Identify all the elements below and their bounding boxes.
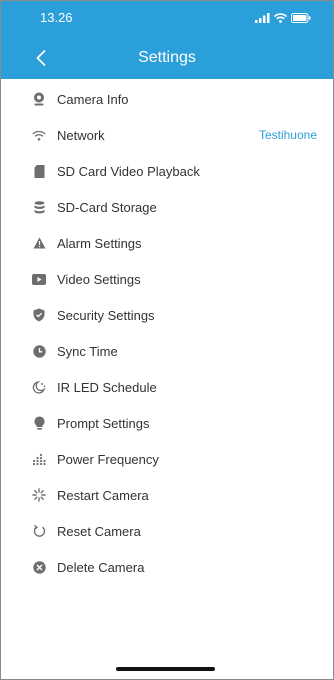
phone-screen: 13.26 Settings Camera Info Network Testi…	[0, 0, 334, 680]
settings-item-power-frequency[interactable]: Power Frequency	[1, 441, 333, 477]
settings-item-label: Reset Camera	[57, 524, 141, 539]
settings-item-security-settings[interactable]: Security Settings	[1, 297, 333, 333]
settings-item-label: SD-Card Storage	[57, 200, 157, 215]
settings-item-camera-info[interactable]: Camera Info	[1, 81, 333, 117]
clock-icon	[32, 344, 46, 358]
night-icon	[32, 380, 46, 394]
settings-item-ir-led-schedule[interactable]: IR LED Schedule	[1, 369, 333, 405]
status-icons	[255, 13, 311, 23]
settings-item-label: Delete Camera	[57, 560, 145, 575]
settings-item-label: Network	[57, 128, 105, 143]
settings-item-reset-camera[interactable]: Reset Camera	[1, 513, 333, 549]
settings-item-restart-camera[interactable]: Restart Camera	[1, 477, 333, 513]
storage-icon	[32, 200, 46, 214]
settings-item-label: Camera Info	[57, 92, 129, 107]
settings-item-network[interactable]: Network Testihuone	[1, 117, 333, 153]
settings-item-video-settings[interactable]: Video Settings	[1, 261, 333, 297]
settings-item-label: Prompt Settings	[57, 416, 150, 431]
settings-list: Camera Info Network Testihuone SD Card V…	[1, 81, 333, 585]
network-name-value: Testihuone	[258, 128, 317, 142]
shield-icon	[32, 308, 46, 322]
settings-item-sd-card-video-playback[interactable]: SD Card Video Playback	[1, 153, 333, 189]
settings-item-alarm-settings[interactable]: Alarm Settings	[1, 225, 333, 261]
wifi-status-icon	[274, 13, 287, 23]
frequency-icon	[32, 452, 46, 466]
app-header: 13.26 Settings	[1, 1, 333, 79]
settings-item-label: IR LED Schedule	[57, 380, 157, 395]
settings-item-label: Sync Time	[57, 344, 118, 359]
wifi-icon	[32, 128, 46, 142]
home-indicator[interactable]	[116, 667, 215, 671]
warning-icon	[32, 236, 46, 250]
settings-item-prompt-settings[interactable]: Prompt Settings	[1, 405, 333, 441]
webcam-icon	[32, 92, 46, 106]
settings-item-sd-card-storage[interactable]: SD-Card Storage	[1, 189, 333, 225]
sd-card-icon	[32, 164, 46, 178]
settings-item-label: SD Card Video Playback	[57, 164, 200, 179]
status-bar: 13.26	[1, 1, 333, 35]
settings-item-label: Video Settings	[57, 272, 141, 287]
settings-item-label: Alarm Settings	[57, 236, 142, 251]
loading-icon	[32, 488, 46, 502]
bulb-icon	[32, 416, 46, 430]
settings-item-sync-time[interactable]: Sync Time	[1, 333, 333, 369]
play-icon	[32, 272, 46, 286]
battery-icon	[291, 13, 311, 23]
delete-icon	[32, 560, 46, 574]
reset-icon	[32, 524, 46, 538]
signal-icon	[255, 13, 270, 23]
status-time: 13.26	[40, 10, 73, 25]
settings-item-label: Power Frequency	[57, 452, 159, 467]
page-title: Settings	[138, 49, 196, 66]
nav-bar: Settings	[1, 41, 333, 77]
settings-item-label: Security Settings	[57, 308, 155, 323]
settings-item-delete-camera[interactable]: Delete Camera	[1, 549, 333, 585]
settings-item-label: Restart Camera	[57, 488, 149, 503]
